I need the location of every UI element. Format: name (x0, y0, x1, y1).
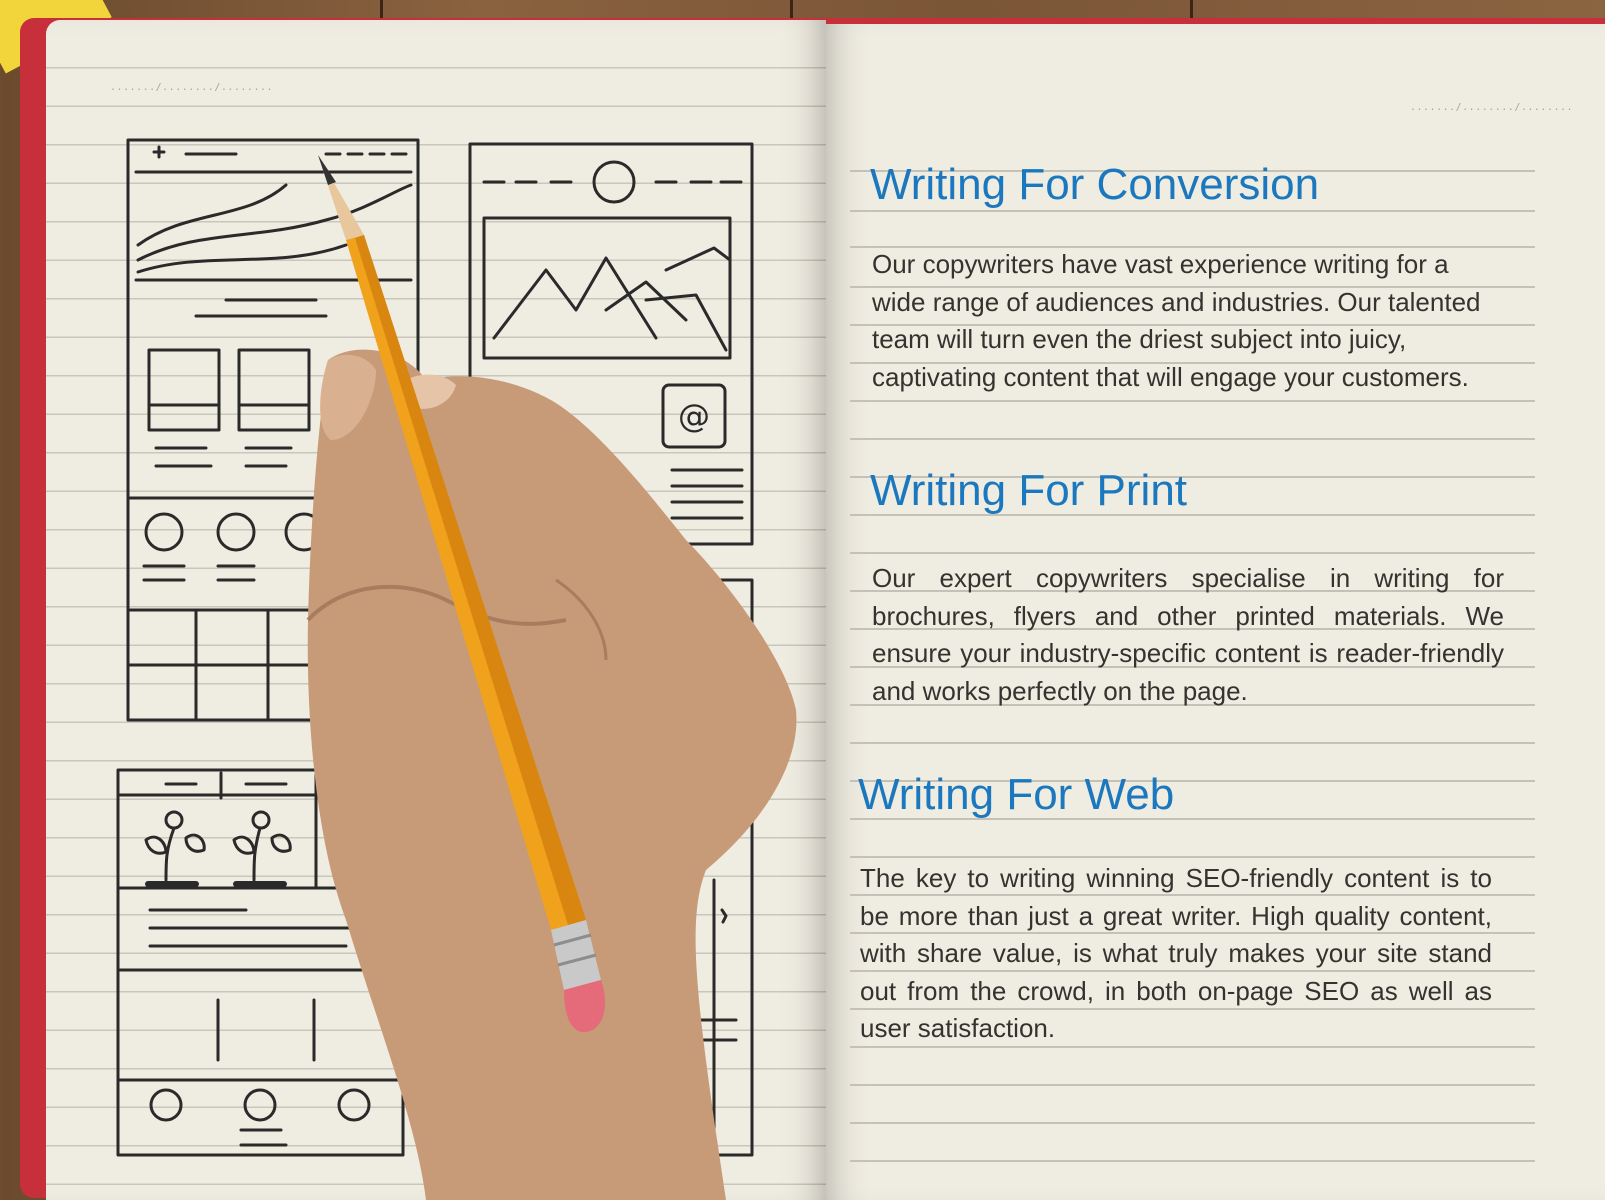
left-page: ......./......../........ @ (46, 20, 826, 1200)
section-heading-print: Writing For Print (870, 466, 1188, 515)
ruled-line (850, 1084, 1535, 1086)
hand-with-pencil (306, 155, 797, 1200)
section-body-conversion: Our copywriters have vast experience wri… (872, 249, 1481, 392)
section-body-print: Our expert copywriters specialise in wri… (872, 563, 1504, 706)
section-heading-conversion: Writing For Conversion (870, 160, 1320, 209)
ruled-line (850, 400, 1535, 402)
ruled-line (850, 552, 1535, 554)
date-placeholder: ......./......../........ (1410, 102, 1574, 113)
ruled-line (850, 210, 1535, 212)
section-heading-web: Writing For Web (858, 770, 1175, 819)
hand-skin (307, 349, 797, 1200)
right-page: ......./......../........ Writing For Co… (826, 24, 1605, 1200)
ruled-line (850, 1122, 1535, 1124)
section-body-web: The key to writing winning SEO-friendly … (860, 863, 1492, 1043)
ruled-line (850, 438, 1535, 440)
ruled-line (850, 742, 1535, 744)
ruled-line (850, 856, 1535, 858)
ruled-line (850, 1160, 1535, 1162)
